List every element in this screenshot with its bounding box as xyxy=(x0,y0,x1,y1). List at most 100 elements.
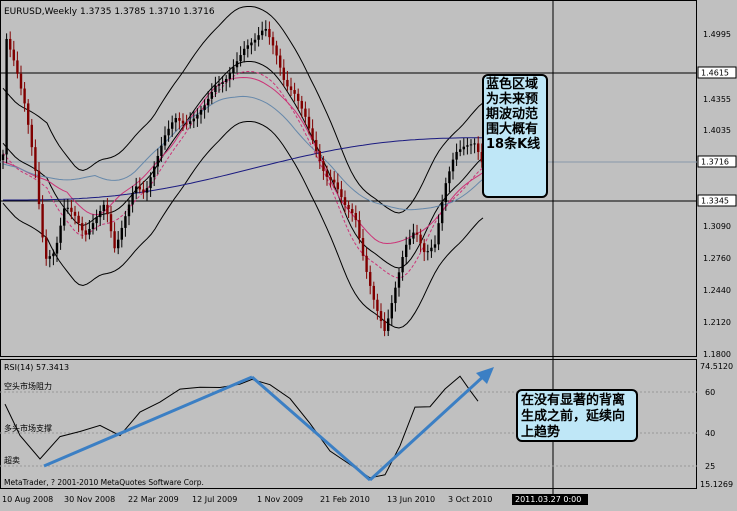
candle-body xyxy=(347,204,350,210)
candle-body xyxy=(318,151,321,162)
price-highlight-current: 1.3716 xyxy=(701,158,729,167)
candle-body xyxy=(282,67,285,80)
candle-body xyxy=(383,321,386,331)
candle-body xyxy=(16,60,19,74)
candle-body xyxy=(387,318,390,331)
candle-body xyxy=(84,230,87,235)
candle-body xyxy=(1,154,5,160)
candle-body xyxy=(203,105,206,111)
rsi-zone-label-oversold: 超卖 xyxy=(4,455,20,465)
rsi-series-line xyxy=(4,375,479,479)
candle-body xyxy=(451,159,455,172)
chart-window[interactable]: EURUSD,Weekly 1.3735 1.3785 1.3710 1.371… xyxy=(0,0,737,511)
candle-body xyxy=(138,186,141,190)
candle-body xyxy=(401,257,404,273)
price-tick: 1.4995 xyxy=(703,30,731,39)
time-tick: 22 Mar 2009 xyxy=(128,495,179,504)
candle-body xyxy=(185,123,188,125)
candle-body xyxy=(311,128,314,140)
candle-body xyxy=(365,255,368,272)
candle-body xyxy=(430,247,433,252)
candle-body xyxy=(113,231,116,249)
candle-body xyxy=(34,147,37,171)
candle-body xyxy=(444,183,447,203)
candle-body xyxy=(48,256,51,259)
candle-body xyxy=(300,100,303,109)
price-tick: 1.1800 xyxy=(703,350,731,359)
candle-body xyxy=(149,177,152,189)
time-tick: 13 Jun 2010 xyxy=(387,495,435,504)
annotation-box-rsi-trend[interactable]: 在没有显著的背离生成之前，延续向上趋势 xyxy=(516,389,638,442)
rsi-tick: 25 xyxy=(705,462,715,471)
candle-body xyxy=(77,215,80,224)
candle-body xyxy=(145,188,149,193)
rsi-zone-label-support: 多头市场支撑 xyxy=(4,423,52,433)
price-tick: 1.4035 xyxy=(703,126,731,135)
rsi-axis: 74.5120 60 40 25 15.1269 xyxy=(700,362,733,489)
candle-body xyxy=(45,237,48,259)
candle-body xyxy=(426,251,429,253)
rsi-tick: 15.1269 xyxy=(700,480,733,489)
candle-body xyxy=(437,223,440,245)
candle-body xyxy=(433,244,437,248)
candle-body xyxy=(473,143,476,145)
candle-body xyxy=(423,243,426,253)
candle-body xyxy=(462,146,465,150)
price-axis: 1.4995 1.4355 1.4035 1.3090 1.2760 1.244… xyxy=(697,30,737,359)
candle-body xyxy=(153,166,156,178)
candle-body xyxy=(19,73,23,89)
annotation-box-forecast[interactable]: 蓝色区域为未来预期波动范围大概有18条K线 xyxy=(482,74,548,198)
candle-body xyxy=(235,61,239,68)
candle-body xyxy=(340,189,343,198)
candle-body xyxy=(214,85,217,93)
candle-body xyxy=(142,189,145,193)
candle-body xyxy=(199,110,203,115)
price-tick: 1.2440 xyxy=(703,286,731,295)
time-tick: 30 Nov 2008 xyxy=(64,495,115,504)
rsi-uptrend-line-1 xyxy=(43,375,253,468)
candle-body xyxy=(351,209,354,213)
candle-body xyxy=(469,144,473,146)
candle-body xyxy=(264,28,267,31)
chart-symbol-label: EURUSD,Weekly 1.3735 1.3785 1.3710 1.371… xyxy=(4,7,215,17)
candle-body xyxy=(361,237,365,256)
time-tick: 10 Aug 2008 xyxy=(2,495,53,504)
candle-body xyxy=(477,143,480,153)
candle-body xyxy=(135,186,138,194)
bollinger-lower-band xyxy=(2,121,484,329)
candle-body xyxy=(9,38,12,50)
candle-body xyxy=(192,118,195,122)
cursor-time-label: 2011.03.27 0:00 xyxy=(515,495,581,504)
candle-body xyxy=(127,204,131,217)
candle-body xyxy=(415,232,419,235)
candle-body xyxy=(73,211,77,216)
time-tick: 1 Nov 2009 xyxy=(257,495,303,504)
main-chart-frame xyxy=(0,0,697,357)
candle-body xyxy=(372,285,375,300)
candle-body xyxy=(390,303,393,319)
candle-body xyxy=(102,204,105,212)
moving-average-navy xyxy=(3,137,483,201)
bollinger-upper-band xyxy=(2,6,484,214)
annotation-forecast-text: 蓝色区域为未来预期波动范围大概有18条K线 xyxy=(486,77,541,152)
rsi-tick: 60 xyxy=(705,388,715,397)
candle-body xyxy=(343,197,347,205)
rsi-uptrend-line-2 xyxy=(368,372,488,482)
candle-body xyxy=(124,216,127,228)
candle-body xyxy=(23,88,26,104)
candle-body xyxy=(66,207,69,209)
candle-body xyxy=(239,55,242,62)
candle-body xyxy=(412,232,415,239)
rsi-zone-label-resistance: 空头市场阻力 xyxy=(4,381,52,391)
rsi-tick: 74.5120 xyxy=(700,362,733,371)
candle-body xyxy=(333,179,336,183)
candle-body xyxy=(5,38,8,155)
candle-body xyxy=(246,45,249,49)
candle-body xyxy=(160,145,163,156)
candle-body xyxy=(286,79,289,87)
candle-body xyxy=(376,299,379,312)
candle-body xyxy=(379,311,383,322)
candle-body xyxy=(275,45,278,56)
candle-body xyxy=(88,228,91,235)
candle-body xyxy=(228,73,231,79)
